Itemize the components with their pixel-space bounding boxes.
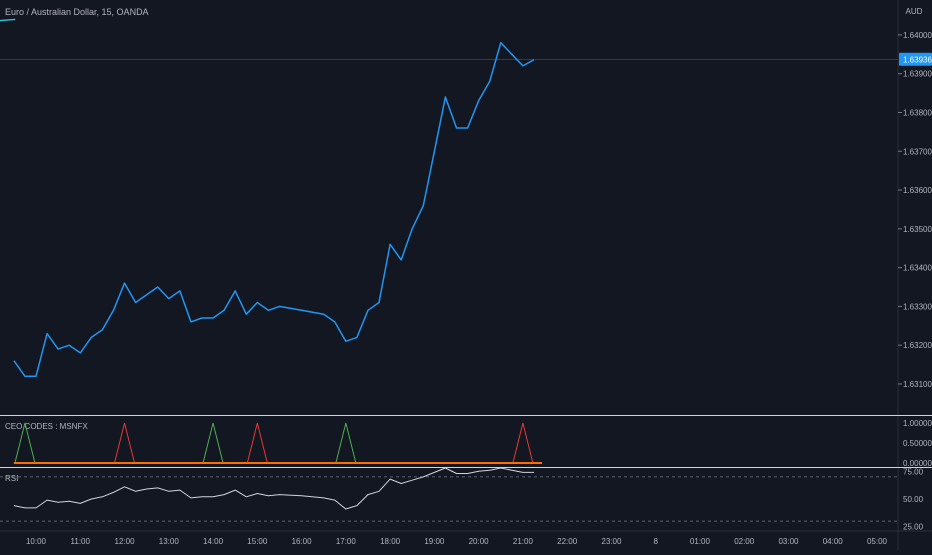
price-tick-label: 1.64000 [903,31,932,40]
time-tick-label: 16:00 [292,537,313,546]
time-tick-label: 11:00 [71,537,91,546]
time-tick-label: 13:00 [159,537,180,546]
time-tick-label: 03:00 [778,537,799,546]
rsi-tick-label: 75.00 [903,467,924,476]
time-tick-label: 23:00 [601,537,622,546]
time-tick-label: 02:00 [734,537,755,546]
ceo-axis: 1.000000.500000.00000 [903,419,932,468]
price-tick-label: 1.63400 [903,264,932,273]
ceo-tick-label: 0.50000 [903,439,932,448]
price-tick-label: 1.63300 [903,302,932,311]
symbol-label[interactable]: Euro / Australian Dollar, 15, OANDA [5,7,149,17]
time-tick-label: 18:00 [380,537,401,546]
price-tick-label: 1.63500 [903,225,932,234]
price-tick-label: 1.63800 [903,108,932,117]
time-tick-label: 12:00 [115,537,136,546]
time-tick-label: 04:00 [823,537,844,546]
time-tick-label: 05:00 [867,537,888,546]
chart-background [0,0,932,550]
price-tick-label: 1.63200 [903,341,932,350]
rsi-tick-label: 50.00 [903,495,924,504]
time-tick-label: 22:00 [557,537,578,546]
price-tick-label: 1.63100 [903,380,932,389]
ceo-codes-label[interactable]: CEO CODES : MSNFX [5,422,88,431]
rsi-tick-label: 25.00 [903,523,924,532]
time-tick-label: 8 [653,537,658,546]
rsi-label[interactable]: RSI [5,474,18,483]
time-tick-label: 10:00 [26,537,47,546]
ceo-tick-label: 1.00000 [903,419,932,428]
time-tick-label: 01:00 [690,537,711,546]
price-tick-label: 1.63700 [903,147,932,156]
current-price-label: 1.63936 [903,56,932,65]
currency-label: AUD [906,7,923,16]
price-tick-label: 1.63900 [903,70,932,79]
time-tick-label: 21:00 [513,537,534,546]
time-tick-label: 20:00 [469,537,490,546]
time-tick-label: 19:00 [424,537,445,546]
time-tick-label: 15:00 [247,537,268,546]
time-tick-label: 14:00 [203,537,224,546]
time-tick-label: 17:00 [336,537,357,546]
chart-canvas[interactable]: Euro / Australian Dollar, 15, OANDA AUD … [0,0,932,550]
price-tick-label: 1.63600 [903,186,932,195]
trading-chart[interactable]: Euro / Australian Dollar, 15, OANDA AUD … [0,0,932,550]
